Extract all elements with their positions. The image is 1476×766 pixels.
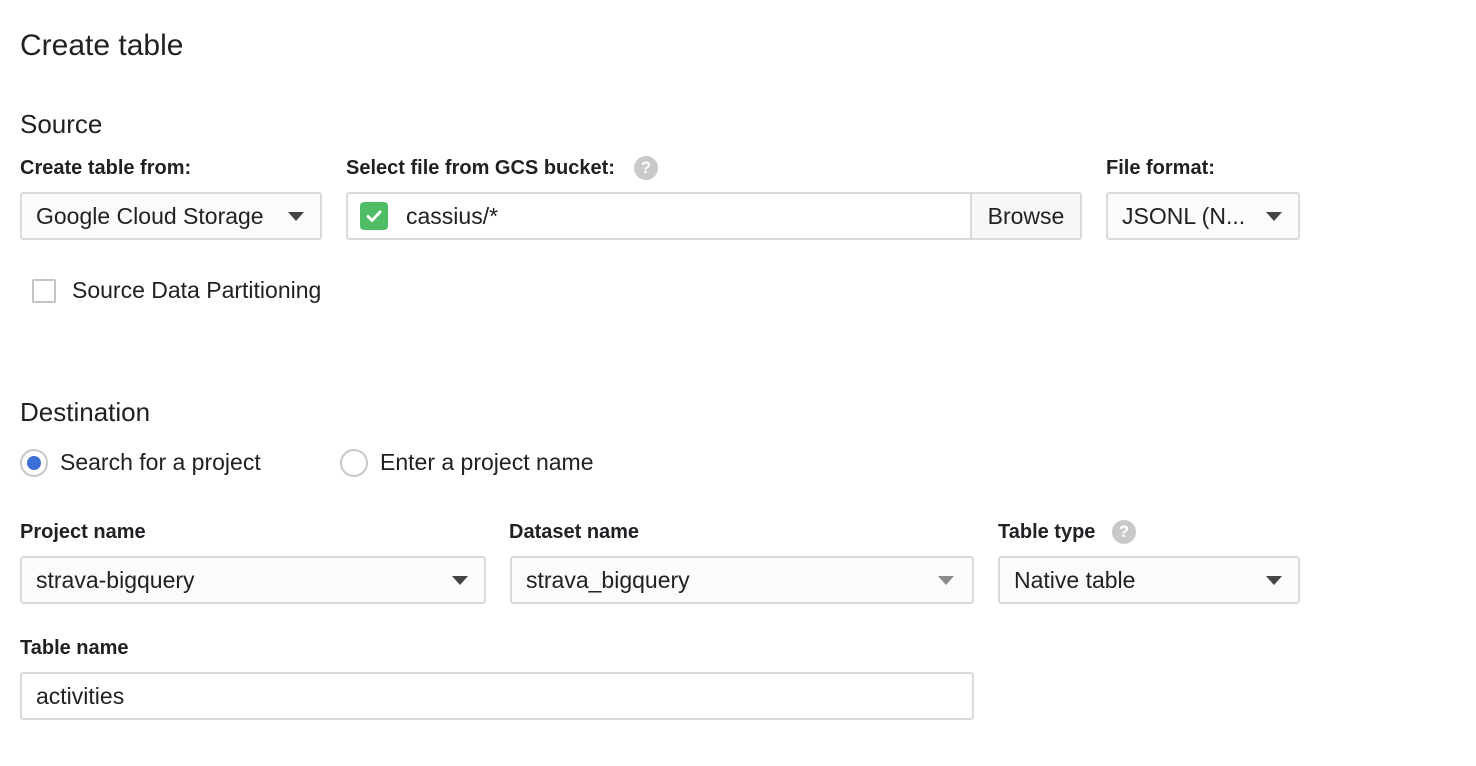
project-name-select[interactable]: strava-bigquery [20, 556, 486, 604]
table-type-value: Native table [1014, 567, 1136, 593]
gcs-file-field[interactable]: cassius/* Browse [346, 192, 1082, 240]
dataset-name-label: Dataset name [509, 521, 640, 543]
dataset-name-select[interactable]: strava_bigquery [510, 556, 974, 604]
help-icon[interactable]: ? [1112, 520, 1136, 544]
project-name-label: Project name [20, 521, 146, 543]
gcs-file-label: Select file from GCS bucket: [346, 157, 615, 179]
browse-button[interactable]: Browse [970, 194, 1080, 238]
radio-search-project-label: Search for a project [60, 449, 261, 475]
file-format-label: File format: [1106, 157, 1215, 179]
radio-enter-project-name-label: Enter a project name [380, 449, 594, 475]
page-title: Create table [20, 29, 184, 62]
file-format-value: JSONL (N... [1122, 203, 1246, 229]
source-heading: Source [20, 109, 103, 139]
radio-enter-project-name[interactable] [340, 449, 368, 477]
gcs-file-value: cassius/* [406, 203, 499, 229]
check-icon [360, 202, 388, 230]
table-type-label: Table type [998, 521, 1096, 543]
dropdown-arrow-icon [452, 576, 468, 585]
radio-selected-dot [27, 456, 41, 470]
dropdown-arrow-icon [1266, 576, 1282, 585]
table-type-select[interactable]: Native table [998, 556, 1300, 604]
dataset-name-value: strava_bigquery [526, 567, 690, 593]
source-partitioning-checkbox[interactable] [32, 279, 56, 303]
destination-heading: Destination [20, 397, 151, 427]
create-table-from-select[interactable]: Google Cloud Storage [20, 192, 322, 240]
help-icon[interactable]: ? [634, 156, 658, 180]
table-name-value: activities [36, 683, 125, 709]
project-name-value: strava-bigquery [36, 567, 195, 593]
radio-search-project[interactable] [20, 449, 48, 477]
create-table-from-label: Create table from: [20, 157, 192, 179]
table-name-input[interactable]: activities [20, 672, 974, 720]
dropdown-arrow-icon [288, 212, 304, 221]
file-format-select[interactable]: JSONL (N... [1106, 192, 1300, 240]
table-name-label: Table name [20, 637, 129, 659]
dropdown-arrow-icon [938, 576, 954, 585]
create-table-from-value: Google Cloud Storage [36, 203, 264, 229]
source-partitioning-label: Source Data Partitioning [72, 277, 322, 303]
dropdown-arrow-icon [1266, 212, 1282, 221]
